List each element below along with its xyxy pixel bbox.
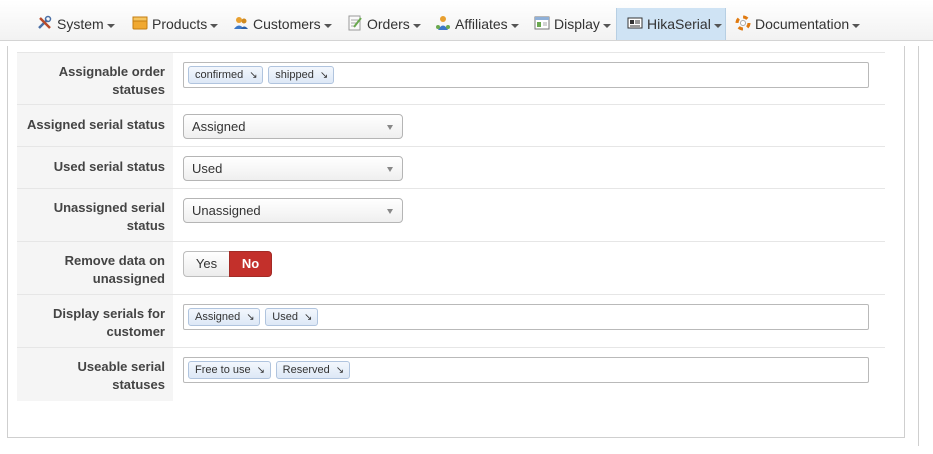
tag-label: Assigned [195, 311, 241, 323]
chevron-down-icon [510, 24, 519, 28]
top-menu-bar: System Products Customers Orders Affilia… [0, 0, 933, 41]
lifebuoy-icon [735, 15, 751, 31]
menu-documentation[interactable]: Documentation [726, 8, 866, 40]
display-serials-input[interactable]: Assigned ↘ Used ↘ [183, 304, 869, 330]
menu-display[interactable]: Display [524, 8, 616, 40]
setting-label: Useable serial statuses [17, 348, 173, 401]
dropdown-arrow-icon [387, 209, 393, 214]
select-value: Unassigned [192, 203, 261, 218]
chevron-down-icon [713, 24, 722, 28]
tag-label: shipped [275, 69, 314, 81]
unassigned-serial-status-select[interactable]: Unassigned [183, 198, 403, 223]
tag-label: Used [272, 311, 298, 323]
menu-affiliates-label: Affiliates [455, 16, 508, 32]
assigned-serial-status-select[interactable]: Assigned [183, 114, 403, 139]
chevron-down-icon [210, 24, 219, 28]
tag-chip[interactable]: Reserved ↘ [275, 361, 350, 379]
tag-label: Free to use [195, 364, 251, 376]
remove-tag-icon[interactable]: ↘ [336, 365, 345, 375]
serial-icon [627, 15, 643, 31]
menu-orders-label: Orders [367, 16, 410, 32]
tag-chip[interactable]: confirmed ↘ [188, 66, 264, 84]
chevron-down-icon [852, 24, 861, 28]
side-panel [918, 46, 933, 446]
tag-chip[interactable]: shipped ↘ [268, 66, 334, 84]
orders-icon [347, 15, 363, 31]
box-icon [132, 15, 148, 31]
setting-row-useable-serial-statuses: Useable serial statuses Free to use ↘ Re… [17, 348, 885, 401]
tag-chip[interactable]: Assigned ↘ [188, 308, 261, 326]
select-value: Assigned [192, 119, 246, 134]
chevron-down-icon [602, 24, 611, 28]
remove-tag-icon[interactable]: ↘ [249, 70, 258, 80]
setting-row-remove-data-on-unassigned: Remove data on unassigned Yes No [17, 242, 885, 295]
no-button[interactable]: No [229, 251, 272, 277]
tools-icon [37, 15, 53, 31]
affiliates-icon [435, 15, 451, 31]
menu-hikaserial[interactable]: HikaSerial [616, 8, 726, 40]
remove-tag-icon[interactable]: ↘ [246, 312, 255, 322]
setting-label: Used serial status [17, 147, 173, 188]
chevron-down-icon [106, 24, 115, 28]
menu-system[interactable]: System [28, 8, 124, 40]
menu-orders[interactable]: Orders [338, 8, 426, 40]
setting-row-unassigned-serial-status: Unassigned serial status Unassigned [17, 189, 885, 242]
setting-row-assignable-order-statuses: Assignable order statuses confirmed ↘ sh… [17, 52, 885, 105]
menu-customers-label: Customers [253, 16, 321, 32]
yes-button[interactable]: Yes [183, 251, 229, 277]
setting-label: Assigned serial status [17, 105, 173, 146]
menu-hikaserial-label: HikaSerial [647, 16, 711, 32]
remove-tag-icon[interactable]: ↘ [320, 70, 329, 80]
remove-tag-icon[interactable]: ↘ [304, 312, 313, 322]
dropdown-arrow-icon [387, 125, 393, 130]
used-serial-status-select[interactable]: Used [183, 156, 403, 181]
menu-display-label: Display [554, 16, 600, 32]
dropdown-arrow-icon [387, 167, 393, 172]
tag-label: Reserved [282, 364, 330, 376]
setting-label: Remove data on unassigned [17, 242, 173, 294]
tag-label: confirmed [195, 69, 244, 81]
setting-row-display-serials-for-customer: Display serials for customer Assigned ↘ … [17, 295, 885, 348]
setting-label: Assignable order statuses [17, 53, 173, 104]
users-icon [233, 15, 249, 31]
tag-chip[interactable]: Free to use ↘ [188, 361, 271, 379]
remove-data-toggle: Yes No [183, 251, 272, 277]
setting-label: Display serials for customer [17, 295, 173, 347]
menu-products[interactable]: Products [124, 8, 224, 40]
assignable-order-statuses-input[interactable]: confirmed ↘ shipped ↘ [183, 62, 869, 88]
tag-chip[interactable]: Used ↘ [265, 308, 318, 326]
setting-label: Unassigned serial status [17, 189, 173, 241]
menu-products-label: Products [152, 16, 208, 32]
menu-documentation-label: Documentation [755, 16, 850, 32]
setting-row-used-serial-status: Used serial status Used [17, 147, 885, 189]
menu-customers[interactable]: Customers [224, 8, 338, 40]
remove-tag-icon[interactable]: ↘ [257, 365, 266, 375]
menu-affiliates[interactable]: Affiliates [426, 8, 524, 40]
display-icon [534, 15, 550, 31]
select-value: Used [192, 161, 223, 176]
chevron-down-icon [323, 24, 332, 28]
setting-row-assigned-serial-status: Assigned serial status Assigned [17, 105, 885, 147]
chevron-down-icon [412, 24, 421, 28]
useable-serial-statuses-input[interactable]: Free to use ↘ Reserved ↘ [183, 357, 869, 383]
menu-system-label: System [57, 16, 104, 32]
